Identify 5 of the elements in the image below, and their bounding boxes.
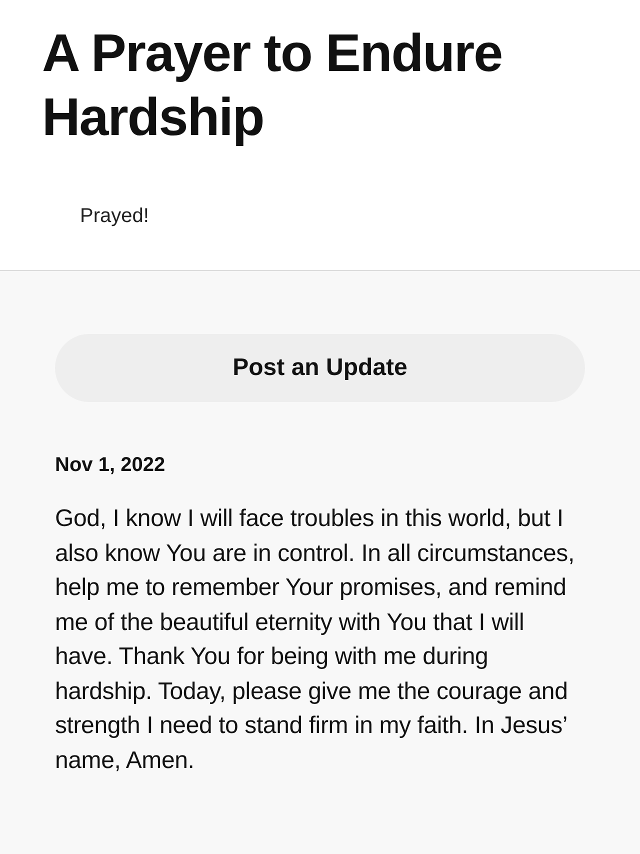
prayer-text: God, I know I will face troubles in this world, but I also know You are in control. In all circumstances, help me to remember Your promises, and remind me of the beautiful eternity with You that I will have. Thank You for being with me during hardship. Today, please give me the courage and strength I need to stand firm in my faith. In Jesus’ name, Amen. xyxy=(55,504,576,776)
prayed-label: Prayed! xyxy=(80,205,149,228)
post-update-button[interactable]: Post an Update xyxy=(55,334,585,402)
page-title: A Prayer to Endure Hardship xyxy=(42,23,504,149)
entry-date: Nov 1, 2022 xyxy=(55,454,166,477)
